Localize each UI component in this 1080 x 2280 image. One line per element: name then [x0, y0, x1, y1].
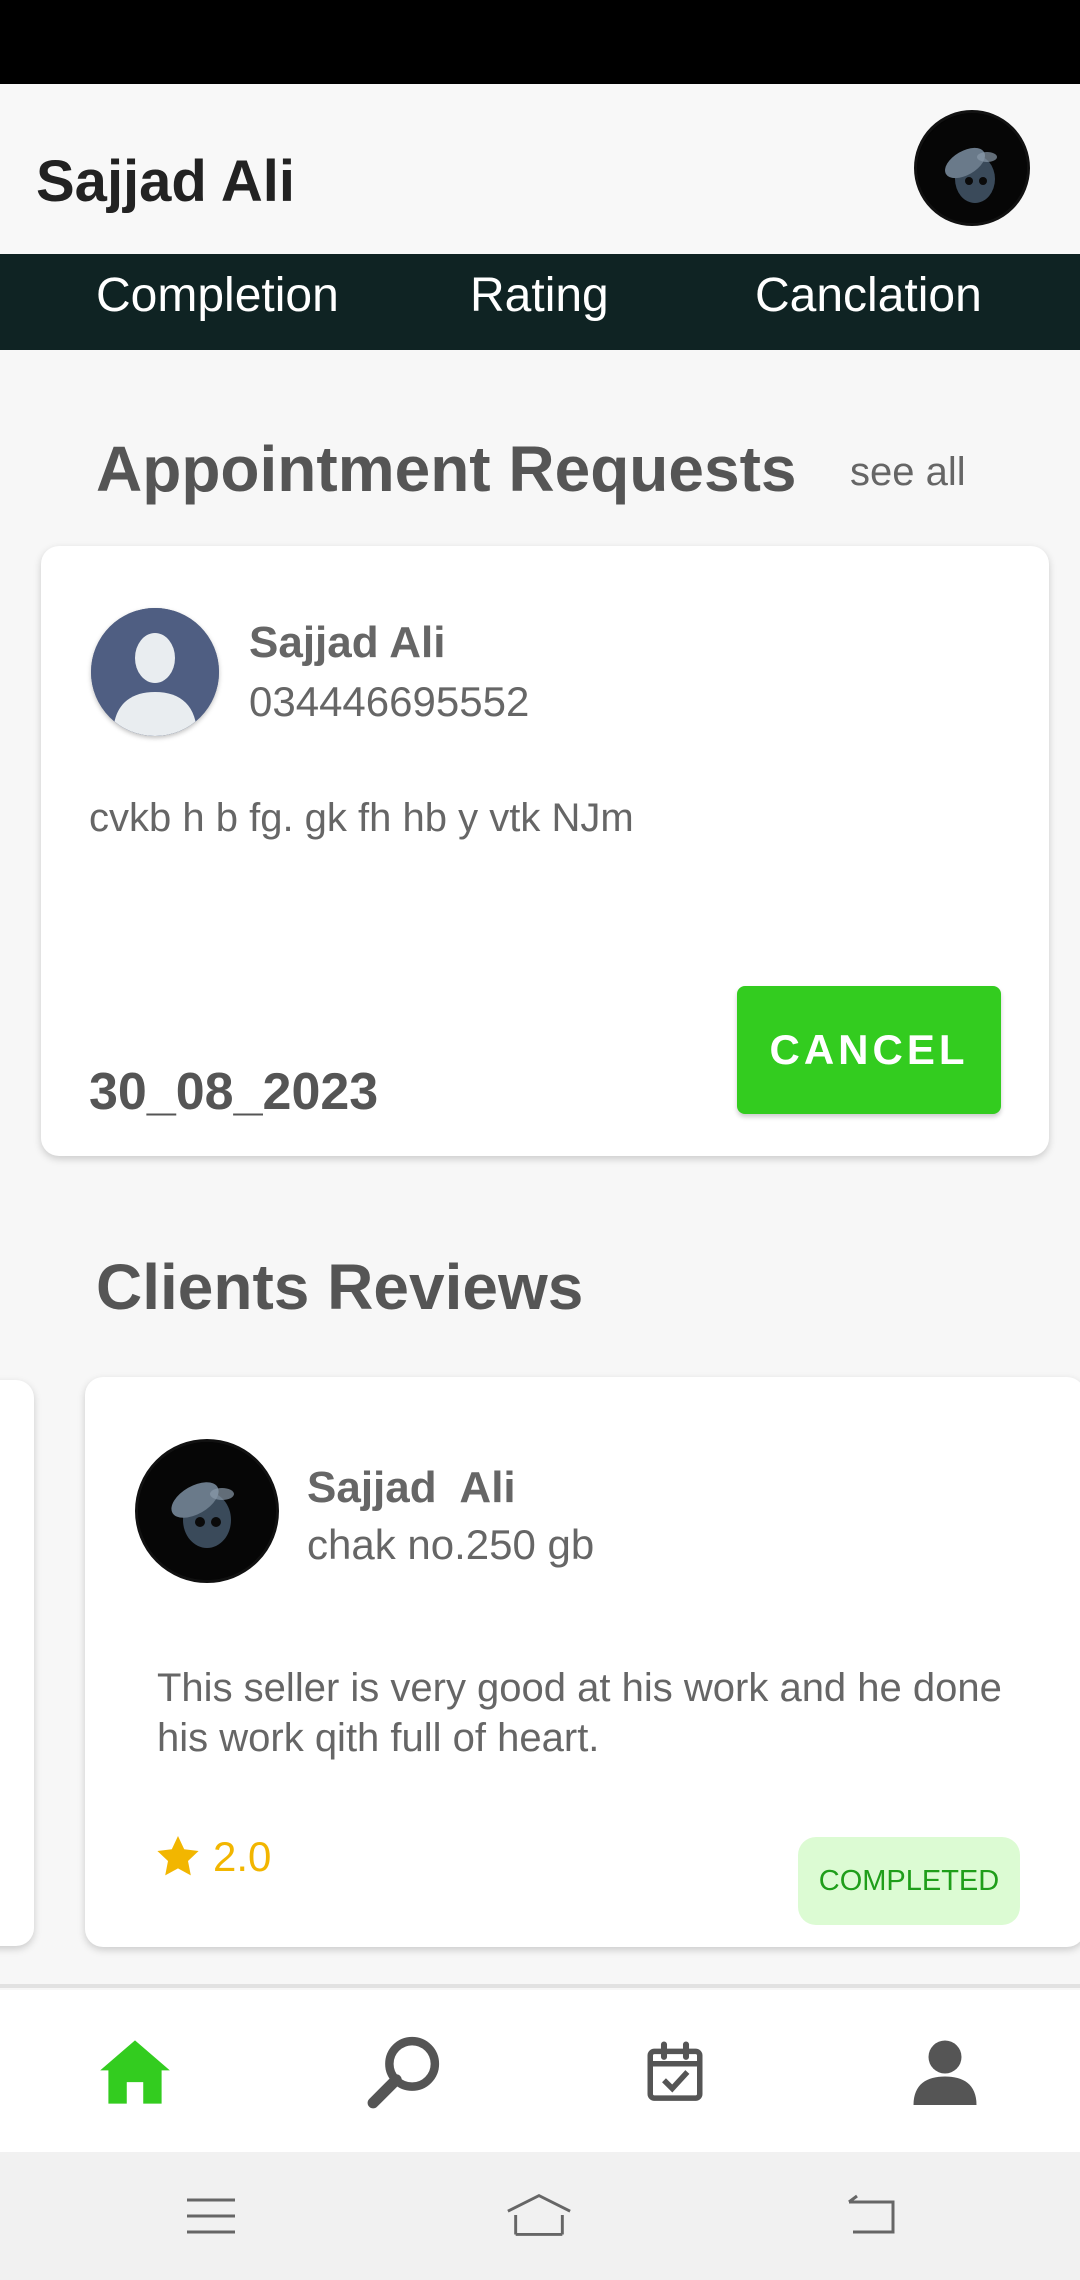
stat-rating-label: Rating — [470, 269, 609, 322]
requester-name: Sajjad Ali — [249, 618, 446, 667]
system-back-button[interactable] — [836, 2188, 906, 2244]
nav-search[interactable] — [364, 2032, 444, 2112]
star-icon — [157, 1836, 199, 1876]
system-menu-button[interactable] — [176, 2188, 246, 2244]
appointment-request-card[interactable]: Sajjad Ali 034446695552 cvkb h b fg. gk … — [41, 546, 1049, 1156]
stat-completion-label: Completion — [96, 269, 339, 322]
clients-reviews-title: Clients Reviews — [96, 1251, 584, 1323]
request-message: cvkb h b fg. gk fh hb y vtk NJm — [89, 796, 634, 840]
back-icon — [848, 2194, 895, 2234]
app-header: Sajjad Ali — [0, 84, 1080, 254]
calendar-check-icon — [647, 2041, 703, 2101]
previous-review-card[interactable] — [0, 1380, 34, 1946]
see-all-link[interactable]: see all — [850, 450, 966, 495]
reviewer-address: chak no.250 gb — [307, 1521, 595, 1568]
profile-avatar[interactable] — [914, 110, 1030, 226]
cancel-button[interactable]: CANCEL — [737, 986, 1001, 1114]
rating-value: 2.0 — [213, 1833, 272, 1880]
reviewer-name: Sajjad Ali — [307, 1463, 516, 1512]
stat-cancellation-label: Canclation — [755, 269, 982, 322]
avatar-image — [138, 1442, 276, 1580]
review-text: This seller is very good at his work and… — [157, 1666, 1002, 1760]
stats-band: ' ' Completion Rating Canclation — [0, 254, 1080, 350]
bottom-navigation — [0, 1990, 1080, 2152]
avatar — [135, 1439, 279, 1583]
profile-icon — [913, 2040, 977, 2105]
home-outline-icon — [507, 2193, 571, 2236]
system-home-button[interactable] — [504, 2188, 574, 2244]
review-card[interactable]: Sajjad Ali chak no.250 gb This seller is… — [85, 1377, 1080, 1947]
status-badge: COMPLETED — [798, 1837, 1020, 1925]
avatar-image — [917, 113, 1027, 223]
requester-phone: 034446695552 — [249, 678, 530, 725]
menu-icon — [187, 2198, 235, 2234]
review-rating: 2.0 — [153, 1833, 271, 1881]
system-navigation-bar — [0, 2152, 1080, 2280]
appointment-requests-title: Appointment Requests — [96, 433, 797, 505]
nav-appointments[interactable] — [635, 2032, 715, 2112]
nav-divider — [0, 1984, 1080, 1988]
search-icon — [367, 2036, 440, 2109]
request-date: 30_08_2023 — [89, 1063, 379, 1121]
home-icon — [100, 2040, 170, 2104]
nav-profile[interactable] — [905, 2032, 985, 2112]
nav-home[interactable] — [95, 2032, 175, 2112]
page-title: Sajjad Ali — [36, 149, 295, 214]
person-placeholder-icon — [91, 608, 219, 736]
status-bar — [0, 0, 1080, 84]
avatar — [91, 608, 219, 736]
